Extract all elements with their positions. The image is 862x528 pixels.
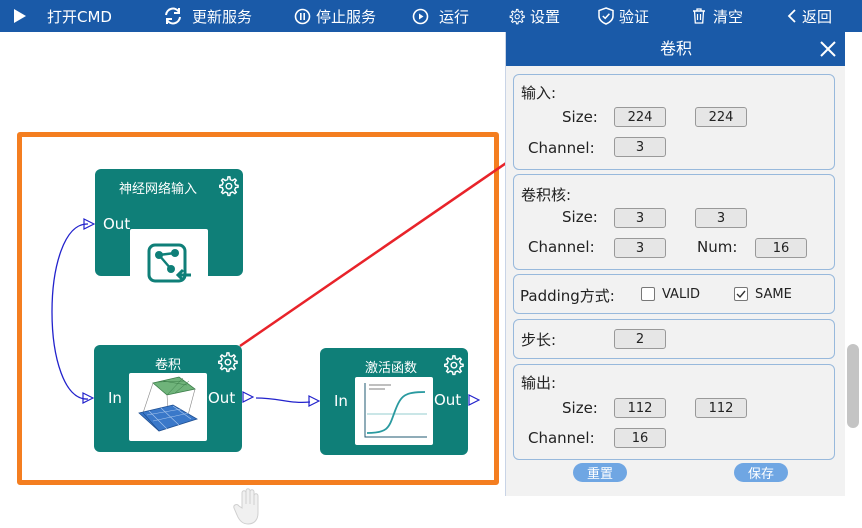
scrollbar-track[interactable] — [845, 32, 862, 528]
save-button[interactable]: 保存 — [734, 463, 788, 482]
input-size-height-field[interactable]: 224 — [695, 107, 747, 127]
input-size-width-field[interactable]: 224 — [614, 107, 666, 127]
padding-group: Padding方式: VALID SAME — [513, 274, 835, 314]
close-icon[interactable] — [816, 37, 840, 61]
valid-option-label: VALID — [662, 287, 701, 302]
panel-body: 输入: Size: 224 224 Channel: 3 卷积核: Size: … — [506, 66, 846, 496]
input-group: 输入: Size: 224 224 Channel: 3 — [513, 74, 835, 170]
panel-header: 卷积 — [506, 32, 846, 66]
kernel-channel-field[interactable]: 3 — [614, 238, 666, 258]
kernel-num-field[interactable]: 16 — [755, 238, 807, 258]
property-panel: 卷积 输入: Size: 224 224 Channel: 3 卷积核: Siz… — [505, 32, 846, 496]
padding-label: Padding方式: — [520, 287, 615, 305]
output-channel-field[interactable]: 16 — [614, 428, 666, 448]
output-heading: 输出: — [521, 374, 557, 392]
output-channel-label: Channel: — [528, 429, 595, 447]
output-group: 输出: Size: 112 112 Channel: 16 — [513, 364, 835, 460]
stride-group: 步长: 2 — [513, 319, 835, 359]
kernel-heading: 卷积核: — [521, 186, 572, 204]
kernel-size-height-field[interactable]: 3 — [695, 208, 747, 228]
input-heading: 输入: — [521, 84, 557, 102]
kernel-num-label: Num: — [697, 238, 738, 256]
checkmark-icon — [736, 290, 746, 299]
stride-label: 步长: — [521, 331, 557, 349]
stride-field[interactable]: 2 — [614, 329, 666, 349]
kernel-size-width-field[interactable]: 3 — [614, 208, 666, 228]
kernel-group: 卷积核: Size: 3 3 Channel: 3 Num: 16 — [513, 174, 835, 270]
scrollbar-thumb[interactable] — [847, 344, 859, 428]
same-option-label: SAME — [755, 287, 792, 302]
input-size-label: Size: — [562, 108, 598, 126]
panel-title: 卷积 — [659, 39, 692, 58]
input-channel-label: Channel: — [528, 139, 595, 157]
same-checkbox[interactable] — [734, 287, 748, 301]
output-size-width-field[interactable]: 112 — [614, 398, 666, 418]
input-channel-field[interactable]: 3 — [614, 137, 666, 157]
kernel-size-label: Size: — [562, 208, 598, 226]
output-size-label: Size: — [562, 399, 598, 417]
reset-button[interactable]: 重置 — [573, 463, 627, 482]
kernel-channel-label: Channel: — [528, 238, 595, 256]
output-size-height-field[interactable]: 112 — [695, 398, 747, 418]
valid-checkbox[interactable] — [641, 287, 655, 301]
